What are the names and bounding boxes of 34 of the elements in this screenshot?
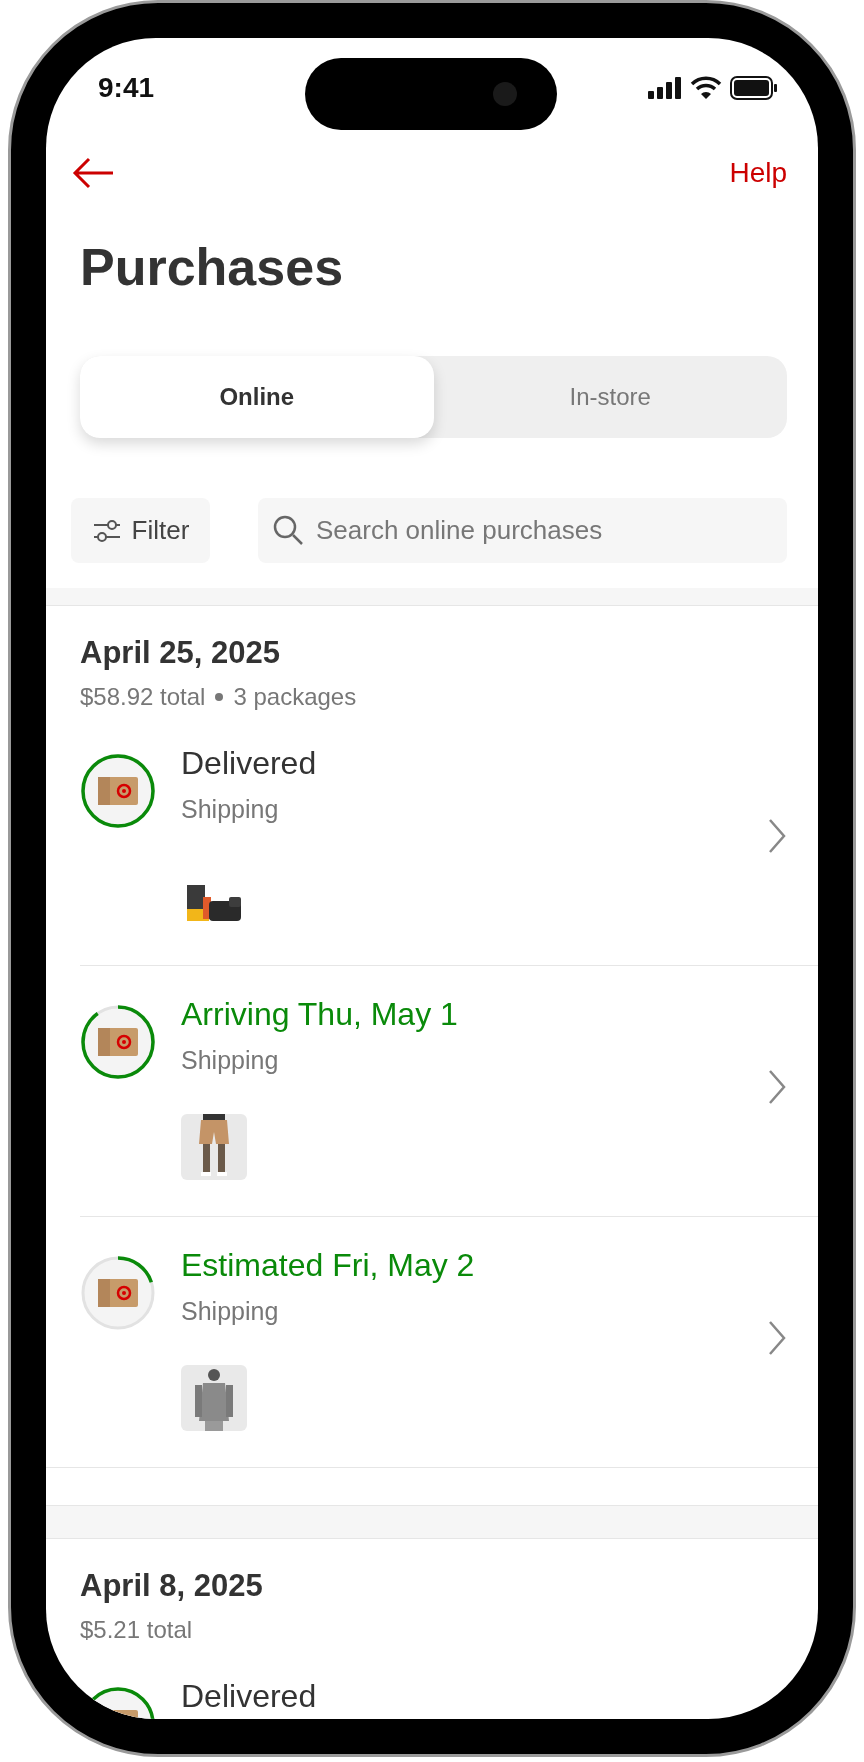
- shipment-status: Delivered: [181, 1677, 318, 1716]
- help-link[interactable]: Help: [729, 152, 787, 194]
- sliders-icon: [91, 517, 122, 544]
- chevron-right-icon: [767, 1320, 787, 1356]
- filter-button[interactable]: Filter: [71, 498, 210, 563]
- page-title: Purchases: [80, 237, 345, 298]
- shipment-row[interactable]: Delivered: [46, 1648, 818, 1719]
- tab[interactable]: In-store: [433, 356, 787, 438]
- order-total: $58.92 total: [80, 682, 206, 712]
- order-date: April 25, 2025: [80, 633, 281, 672]
- shipment-row[interactable]: Delivered Shipping: [80, 715, 818, 966]
- chevron-right-icon: [767, 818, 787, 854]
- order-date: April 8, 2025: [80, 1566, 264, 1605]
- shipment-method: Shipping: [181, 1045, 280, 1077]
- chevron-right-icon: [767, 1069, 787, 1105]
- search-icon: [272, 514, 304, 546]
- shipment-method: Shipping: [181, 794, 280, 826]
- tab[interactable]: Online: [80, 356, 434, 438]
- camera-icon: [493, 82, 517, 106]
- shipment-status: Delivered: [181, 744, 318, 783]
- wifi-icon: [690, 76, 722, 100]
- shipment-status: Estimated Fri, May 2: [181, 1246, 476, 1285]
- order-total: $5.21 total: [80, 1615, 193, 1645]
- signal-icon: [648, 77, 682, 99]
- search-field[interactable]: Search online purchases: [258, 498, 787, 563]
- shipment-status: Arriving Thu, May 1: [181, 995, 459, 1034]
- shipment-row[interactable]: Arriving Thu, May 1 Shipping: [80, 966, 818, 1217]
- shipment-row[interactable]: Estimated Fri, May 2 Shipping: [46, 1217, 818, 1468]
- battery-icon: [730, 76, 778, 100]
- bullet-icon: [215, 693, 224, 701]
- package-count: 3 packages: [233, 682, 357, 712]
- status-time: 9:41: [98, 71, 155, 105]
- shipment-method: Shipping: [181, 1296, 280, 1328]
- back-button[interactable]: [71, 157, 115, 189]
